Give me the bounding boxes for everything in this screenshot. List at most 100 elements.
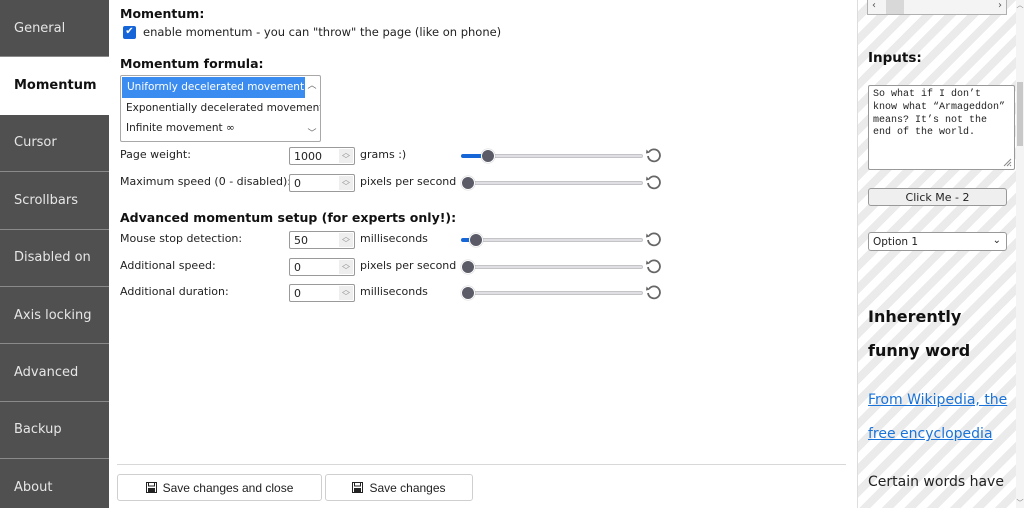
reset-icon[interactable] — [645, 258, 661, 274]
article-body-text: Certain words have — [868, 474, 1004, 490]
mouse-stop-value: 50 — [294, 233, 308, 247]
additional-speed-input[interactable]: 0 ︿ ﹀ — [289, 258, 355, 276]
save-icon — [145, 482, 157, 493]
resize-grip-icon[interactable] — [1003, 158, 1012, 167]
option-select[interactable]: Option 1 ⌄ — [868, 232, 1007, 251]
save-icon — [352, 482, 364, 493]
additional-speed-label: Additional speed: — [120, 259, 216, 272]
page-weight-unit: grams :) — [360, 148, 407, 161]
page-weight-input[interactable]: 1000 ︿ ﹀ — [289, 147, 355, 165]
mouse-stop-input[interactable]: 50 ︿ ﹀ — [289, 231, 355, 249]
wikipedia-link-line1[interactable]: From Wikipedia, the — [868, 392, 1007, 408]
click-me-button[interactable]: Click Me - 2 — [868, 188, 1007, 206]
save-and-close-label: Save changes and close — [162, 480, 294, 495]
save-and-close-button[interactable]: Save changes and close — [117, 474, 322, 501]
slider-track — [469, 265, 643, 269]
additional-duration-label: Additional duration: — [120, 285, 229, 298]
page-weight-label: Page weight: — [120, 148, 191, 161]
max-speed-value: 0 — [294, 176, 301, 190]
additional-duration-unit: milliseconds — [360, 285, 428, 298]
chevron-down-icon[interactable]: ﹀ — [307, 126, 316, 139]
reset-icon[interactable] — [645, 231, 661, 247]
slider-track — [469, 154, 643, 158]
sidebar-item-scrollbars[interactable]: Scrollbars — [0, 172, 109, 230]
slider-track — [469, 238, 643, 242]
additional-speed-slider[interactable] — [461, 260, 643, 274]
reset-icon[interactable] — [645, 147, 661, 163]
additional-speed-unit: pixels per second — [360, 259, 457, 272]
slider-thumb[interactable] — [461, 260, 475, 274]
additional-duration-value: 0 — [294, 286, 301, 300]
sidebar-item-advanced[interactable]: Advanced — [0, 344, 109, 402]
save-label: Save changes — [369, 480, 446, 495]
scrollbar-thumb[interactable] — [1017, 82, 1023, 146]
spinner-icon[interactable]: ︿ ﹀ — [339, 149, 353, 164]
chevron-down-icon: ⌄ — [992, 235, 1001, 246]
mouse-stop-label: Mouse stop detection: — [120, 232, 243, 245]
reset-icon[interactable] — [645, 284, 661, 300]
scroll-down-icon[interactable]: ﹀ — [1016, 498, 1024, 508]
additional-duration-row: Additional duration: 0 ︿ ﹀ milliseconds — [120, 284, 661, 302]
mouse-stop-unit: milliseconds — [360, 232, 428, 245]
horizontal-scrollbar[interactable]: ‹ › — [867, 0, 1007, 15]
textarea-value: So what if I don’t know what “Armageddon… — [873, 89, 1006, 139]
chevron-right-icon[interactable]: › — [998, 0, 1002, 11]
additional-duration-slider[interactable] — [461, 286, 643, 300]
demo-textarea[interactable]: So what if I don’t know what “Armageddon… — [868, 85, 1015, 170]
max-speed-slider[interactable] — [461, 176, 643, 190]
spinner-icon[interactable]: ︿ ﹀ — [339, 286, 353, 301]
max-speed-row: Maximum speed (0 - disabled): 0 ︿ ﹀ pixels… — [120, 174, 661, 192]
slider-thumb[interactable] — [461, 176, 475, 190]
formula-option-exponential[interactable]: Exponentially decelerated movement — [121, 98, 320, 119]
sidebar-item-momentum[interactable]: Momentum — [0, 57, 109, 115]
sidebar-item-disabled-on[interactable]: Disabled on — [0, 230, 109, 287]
enable-momentum-checkbox[interactable]: ✔ — [123, 25, 136, 39]
additional-duration-input[interactable]: 0 ︿ ﹀ — [289, 284, 355, 302]
chevron-left-icon[interactable]: ‹ — [872, 0, 876, 11]
momentum-heading: Momentum: — [120, 6, 205, 21]
slider-thumb[interactable] — [481, 149, 495, 163]
preview-panel: ‹ › Inputs: So what if I don’t know what… — [857, 0, 1016, 508]
slider-track — [469, 291, 643, 295]
article-heading-line2: funny word — [868, 341, 971, 360]
vertical-scrollbar[interactable]: ︿ ﹀ — [1016, 0, 1024, 508]
inputs-heading: Inputs: — [868, 50, 922, 66]
enable-momentum-row[interactable]: ✔ enable momentum - you can "throw" the … — [123, 25, 501, 39]
reset-icon[interactable] — [645, 174, 661, 190]
mouse-stop-slider[interactable] — [461, 233, 643, 247]
formula-heading: Momentum formula: — [120, 56, 264, 71]
formula-option-uniform[interactable]: Uniformly decelerated movement — [122, 77, 305, 98]
mouse-stop-row: Mouse stop detection: 50 ︿ ﹀ milliseconds — [120, 231, 661, 249]
wikipedia-link-line2[interactable]: free encyclopedia — [868, 426, 993, 442]
sidebar-item-cursor[interactable]: Cursor — [0, 115, 109, 173]
formula-option-infinite[interactable]: Infinite movement ∞ — [121, 118, 304, 139]
sidebar-item-general[interactable]: General — [0, 0, 109, 58]
spinner-icon[interactable]: ︿ ﹀ — [339, 260, 353, 275]
article-heading-line1: Inherently — [868, 307, 962, 326]
settings-panel: Momentum: ✔ enable momentum - you can "t… — [109, 0, 854, 508]
sidebar-item-backup[interactable]: Backup — [0, 402, 109, 460]
spinner-icon[interactable]: ︿ ﹀ — [339, 176, 353, 191]
page-weight-row: Page weight: 1000 ︿ ﹀ grams :) — [120, 147, 661, 165]
max-speed-input[interactable]: 0 ︿ ﹀ — [289, 174, 355, 192]
scroll-up-icon[interactable]: ︿ — [1016, 0, 1024, 10]
additional-speed-row: Additional speed: 0 ︿ ﹀ pixels per second — [120, 258, 661, 276]
slider-thumb[interactable] — [461, 286, 475, 300]
scrollbar-thumb[interactable] — [886, 0, 904, 14]
sidebar-item-axis-locking[interactable]: Axis locking — [0, 287, 109, 345]
max-speed-label: Maximum speed (0 - disabled): — [120, 175, 291, 188]
listbox-scrollbar[interactable]: ︿ ﹀ — [304, 76, 320, 141]
page-weight-slider[interactable] — [461, 149, 643, 163]
slider-track — [469, 181, 643, 185]
additional-speed-value: 0 — [294, 260, 301, 274]
page-weight-value: 1000 — [294, 149, 322, 163]
save-button[interactable]: Save changes — [325, 474, 473, 501]
spinner-icon[interactable]: ︿ ﹀ — [339, 233, 353, 248]
advanced-heading: Advanced momentum setup (for experts onl… — [120, 210, 457, 225]
select-value: Option 1 — [873, 235, 919, 248]
chevron-up-icon[interactable]: ︿ — [307, 78, 316, 91]
formula-listbox[interactable]: Uniformly decelerated movement Exponenti… — [120, 75, 321, 142]
slider-thumb[interactable] — [469, 233, 483, 247]
max-speed-unit: pixels per second — [360, 175, 457, 188]
sidebar-nav: General Momentum Cursor Scrollbars Disab… — [0, 0, 109, 508]
